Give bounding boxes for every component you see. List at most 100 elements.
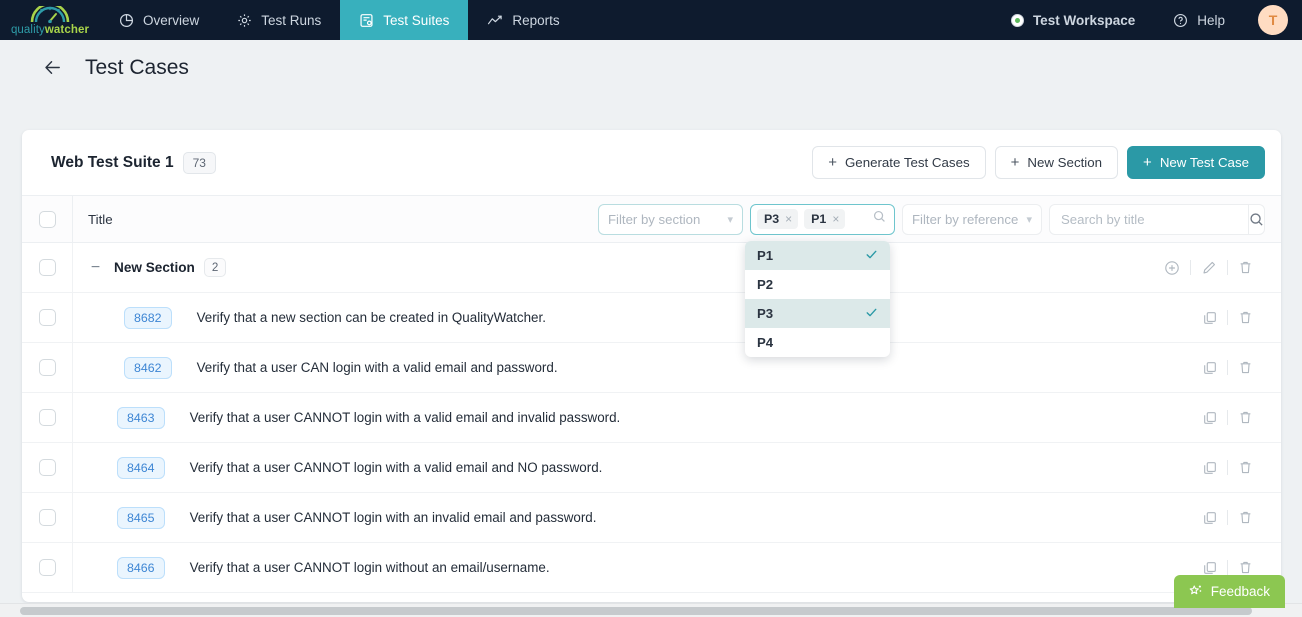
row-checkbox[interactable] xyxy=(38,559,56,576)
filter-by-section-select[interactable]: Filter by section ▾ xyxy=(598,203,743,235)
logo-text-watcher: watcher xyxy=(44,24,90,36)
add-test-case-icon[interactable] xyxy=(1154,260,1190,276)
priority-option-label: P1 xyxy=(757,248,774,263)
new-section-button[interactable]: + New Section xyxy=(994,146,1119,179)
test-case-id-badge[interactable]: 8462 xyxy=(124,356,172,379)
edit-section-icon[interactable] xyxy=(1191,260,1227,276)
nav-item-test-runs[interactable]: Test Runs xyxy=(218,0,340,40)
row-checkbox[interactable] xyxy=(38,509,56,526)
row-body: 8465 Verify that a user CANNOT login with… xyxy=(73,493,1281,542)
plus-icon: + xyxy=(1143,154,1152,171)
search-input[interactable] xyxy=(1050,211,1248,227)
row-body: 8466 Verify that a user CANNOT login with… xyxy=(73,543,1281,592)
test-case-title[interactable]: Verify that a user CANNOT login without … xyxy=(190,560,550,575)
chevron-down-icon: ▾ xyxy=(1026,213,1032,226)
nav-item-reports[interactable]: Reports xyxy=(468,0,578,40)
duplicate-test-case-icon[interactable] xyxy=(1193,511,1227,525)
generate-test-cases-label: Generate Test Cases xyxy=(844,155,970,170)
collapse-section-icon[interactable]: − xyxy=(88,259,103,277)
priority-filter-select[interactable]: P3 × P1 × xyxy=(750,203,895,235)
row-checkbox-cell xyxy=(22,343,73,392)
row-checkbox[interactable] xyxy=(38,409,56,426)
priority-option-p2[interactable]: P2 xyxy=(745,270,890,299)
duplicate-test-case-icon[interactable] xyxy=(1193,561,1227,575)
test-case-id-badge[interactable]: 8463 xyxy=(117,406,165,429)
line-chart-icon xyxy=(488,15,503,24)
select-all-cell xyxy=(22,196,73,242)
delete-test-case-icon[interactable] xyxy=(1228,560,1263,575)
test-case-id-badge[interactable]: 8466 xyxy=(117,556,165,579)
filter-by-reference-select[interactable]: Filter by reference ▾ xyxy=(902,203,1042,235)
test-case-title[interactable]: Verify that a new section can be created… xyxy=(197,310,546,325)
remove-tag-icon[interactable]: × xyxy=(785,212,792,226)
priority-option-p3[interactable]: P3 xyxy=(745,299,890,328)
plus-icon: + xyxy=(828,154,837,171)
table-row[interactable]: 8462 Verify that a user CAN login with a … xyxy=(22,343,1281,393)
priority-tag: P1 × xyxy=(804,209,846,229)
column-header-title: Title xyxy=(88,211,113,227)
new-test-case-button[interactable]: + New Test Case xyxy=(1127,146,1265,179)
nav-label-overview: Overview xyxy=(143,12,200,28)
workspace-dot-icon xyxy=(1010,13,1024,27)
delete-test-case-icon[interactable] xyxy=(1228,510,1263,525)
delete-test-case-icon[interactable] xyxy=(1228,360,1263,375)
nav-item-overview[interactable]: Overview xyxy=(100,0,218,40)
section-checkbox[interactable] xyxy=(38,259,56,276)
duplicate-test-case-icon[interactable] xyxy=(1193,411,1227,425)
new-test-case-label: New Test Case xyxy=(1159,155,1249,170)
priority-dropdown-menu[interactable]: P1 P2 P3 P4 xyxy=(745,241,890,357)
table-row[interactable]: 8465 Verify that a user CANNOT login with… xyxy=(22,493,1281,543)
priority-tag-label: P1 xyxy=(811,212,827,226)
duplicate-test-case-icon[interactable] xyxy=(1193,361,1227,375)
filter-by-reference-placeholder: Filter by reference xyxy=(912,211,1019,227)
check-icon xyxy=(865,248,878,264)
help-button[interactable]: Help xyxy=(1154,13,1244,28)
test-case-id-badge[interactable]: 8465 xyxy=(117,506,165,529)
avatar[interactable]: T xyxy=(1258,5,1288,35)
back-button[interactable] xyxy=(42,57,63,78)
logo-text-quality: quality xyxy=(10,24,45,36)
suite-toolbar: Web Test Suite 1 73 + Generate Test Case… xyxy=(22,130,1281,195)
nav-item-test-suites[interactable]: Test Suites xyxy=(340,0,469,40)
delete-section-icon[interactable] xyxy=(1228,260,1263,275)
suite-action-buttons: + Generate Test Cases + New Section + Ne… xyxy=(812,146,1265,179)
test-case-title[interactable]: Verify that a user CANNOT login with a v… xyxy=(190,460,603,475)
feedback-button[interactable]: Feedback xyxy=(1173,575,1285,608)
row-checkbox[interactable] xyxy=(38,359,56,376)
app-logo[interactable]: qualitywatcher xyxy=(0,0,100,40)
table-row[interactable]: 8464 Verify that a user CANNOT login with… xyxy=(22,443,1281,493)
table-row[interactable]: 8463 Verify that a user CANNOT login with… xyxy=(22,393,1281,443)
delete-test-case-icon[interactable] xyxy=(1228,310,1263,325)
duplicate-test-case-icon[interactable] xyxy=(1193,311,1227,325)
search-submit-button[interactable] xyxy=(1248,204,1264,234)
test-case-id-badge[interactable]: 8682 xyxy=(124,306,172,329)
test-case-list[interactable]: − New Section 2 8682 Verify that a new s… xyxy=(22,243,1281,602)
generate-test-cases-button[interactable]: + Generate Test Cases xyxy=(812,146,986,179)
priority-option-p4[interactable]: P4 xyxy=(745,328,890,357)
horizontal-scrollbar[interactable] xyxy=(0,603,1302,617)
workspace-switcher[interactable]: Test Workspace xyxy=(992,13,1154,28)
section-row[interactable]: − New Section 2 xyxy=(22,243,1281,293)
delete-test-case-icon[interactable] xyxy=(1228,460,1263,475)
row-actions xyxy=(1193,510,1281,525)
delete-test-case-icon[interactable] xyxy=(1228,410,1263,425)
scrollbar-thumb[interactable] xyxy=(20,607,1252,615)
test-case-id-badge[interactable]: 8464 xyxy=(117,456,165,479)
row-checkbox[interactable] xyxy=(38,459,56,476)
filter-by-section-placeholder: Filter by section xyxy=(608,211,701,227)
duplicate-test-case-icon[interactable] xyxy=(1193,461,1227,475)
page-title: Test Cases xyxy=(85,55,189,79)
test-case-title[interactable]: Verify that a user CAN login with a vali… xyxy=(197,360,558,375)
select-all-checkbox[interactable] xyxy=(38,210,56,228)
test-case-title[interactable]: Verify that a user CANNOT login with a v… xyxy=(190,410,621,425)
table-row[interactable]: 8682 Verify that a new section can be cre… xyxy=(22,293,1281,343)
priority-option-p1[interactable]: P1 xyxy=(745,241,890,270)
test-suite-icon xyxy=(360,13,373,27)
row-checkbox-cell xyxy=(22,293,73,342)
filter-group: Filter by section ▾ P3 × P1 × Filter by … xyxy=(598,203,1281,235)
remove-tag-icon[interactable]: × xyxy=(832,212,839,226)
test-case-title[interactable]: Verify that a user CANNOT login with an … xyxy=(190,510,597,525)
table-row[interactable]: 8466 Verify that a user CANNOT login with… xyxy=(22,543,1281,593)
top-navigation-bar: qualitywatcher Overview Test Runs Test S… xyxy=(0,0,1302,40)
row-checkbox[interactable] xyxy=(38,309,56,326)
